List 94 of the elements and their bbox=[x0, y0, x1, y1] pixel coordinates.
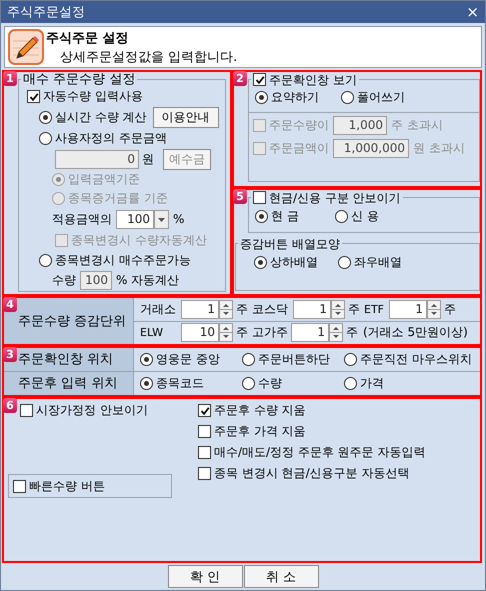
checkbox[interactable] bbox=[13, 480, 26, 492]
unit-label: % bbox=[173, 212, 184, 226]
radio-button[interactable] bbox=[344, 352, 357, 366]
notepad-pencil-icon bbox=[8, 29, 44, 65]
radio-label[interactable]: 가격 bbox=[360, 374, 384, 392]
close-button[interactable]: × bbox=[466, 4, 479, 20]
checkbox-label[interactable]: 주문후 수량 지움 bbox=[214, 402, 306, 419]
checkbox-label[interactable]: 자동수량 입력사용 bbox=[43, 88, 143, 105]
unit-label: 원 bbox=[142, 150, 154, 168]
section-number-badge: 1 bbox=[3, 71, 17, 86]
radio-button[interactable] bbox=[242, 376, 255, 390]
radio-label[interactable]: 좌우배열 bbox=[354, 254, 402, 272]
radio-label[interactable]: 신 용 bbox=[351, 208, 379, 226]
checkbox-label[interactable]: 종목 변경시 현금/신용구분 자동선택 bbox=[214, 465, 410, 482]
radio-button[interactable] bbox=[255, 210, 268, 224]
checkbox-label[interactable]: 현금/신용 구분 안보이기 bbox=[269, 190, 401, 205]
radio-label[interactable]: 사용자정의 주문금액 bbox=[55, 130, 167, 146]
radio-button[interactable] bbox=[140, 376, 153, 390]
checkbox[interactable] bbox=[253, 73, 266, 86]
checkbox-label[interactable]: 빠른수량 버튼 bbox=[29, 478, 105, 494]
radio-label[interactable]: 종목변경시 매수주문가능 bbox=[55, 252, 191, 268]
group-title: 매수 주문수량 설정 bbox=[23, 72, 136, 87]
field-label: ETF bbox=[364, 302, 385, 316]
radio-button[interactable] bbox=[341, 91, 354, 104]
unit-label: 주 bbox=[236, 300, 248, 318]
input-field[interactable]: 1 bbox=[181, 300, 219, 319]
dropdown-field[interactable]: 100 bbox=[116, 210, 154, 228]
field-label: 고가주 bbox=[252, 324, 288, 342]
radio-button[interactable] bbox=[39, 110, 52, 124]
field-label: 거래소 bbox=[140, 300, 177, 318]
checkbox[interactable] bbox=[198, 425, 211, 438]
checkbox-label[interactable]: 주문후 가격 지움 bbox=[214, 423, 306, 440]
checkbox-label[interactable]: 시장가정정 안보이기 bbox=[36, 402, 148, 419]
spin-arrows-icon[interactable] bbox=[331, 300, 345, 319]
section-number-badge: 3 bbox=[3, 347, 17, 362]
radio-button[interactable] bbox=[242, 352, 255, 366]
input-field[interactable]: 1 bbox=[291, 323, 329, 342]
radio-label[interactable]: 주문버튼하단 bbox=[258, 350, 330, 368]
section-number-badge: 4 bbox=[3, 297, 17, 312]
radio-button[interactable] bbox=[335, 210, 348, 224]
unit-label: 주 bbox=[348, 300, 360, 318]
unit-label: 주 bbox=[444, 300, 456, 318]
checkbox[interactable] bbox=[198, 467, 211, 480]
radio-button[interactable] bbox=[254, 256, 267, 270]
window-title: 주식주문설정 bbox=[7, 4, 85, 21]
unit-label: 주 초과시 bbox=[391, 116, 443, 134]
radio-label[interactable]: 상하배열 bbox=[270, 254, 318, 272]
input-field[interactable]: 1 bbox=[293, 300, 331, 319]
radio-button[interactable] bbox=[140, 352, 153, 366]
confirm-button[interactable]: 확 인 bbox=[168, 565, 242, 588]
radio-button[interactable] bbox=[39, 132, 52, 144]
cancel-button[interactable]: 취 소 bbox=[244, 565, 318, 588]
checkbox-label[interactable]: 매수/매도/정정 주문후 원주문 자동입력 bbox=[214, 444, 426, 461]
section-number-badge: 5 bbox=[233, 189, 247, 204]
spin-arrows-icon[interactable] bbox=[219, 300, 233, 319]
input-field[interactable]: 1 bbox=[389, 300, 427, 319]
checkbox[interactable] bbox=[198, 404, 211, 417]
radio-button[interactable] bbox=[39, 254, 52, 266]
radio-label[interactable]: 요약하기 bbox=[271, 89, 319, 106]
radio-label[interactable]: 실시간 수량 계산 bbox=[55, 108, 147, 126]
spin-arrows-icon[interactable] bbox=[329, 323, 343, 342]
checkbox[interactable] bbox=[27, 90, 40, 103]
input-field[interactable]: 10 bbox=[181, 323, 219, 342]
header-cell: 주문후 입력 위치 bbox=[4, 372, 134, 395]
field-label: ELW bbox=[140, 326, 164, 340]
radio-button[interactable] bbox=[338, 256, 351, 270]
dialog-description: 상세주문설정값을 입력합니다. bbox=[60, 48, 238, 66]
unit-label: % 자동계산 bbox=[116, 272, 180, 289]
checkbox-label[interactable]: 주문확인창 보기 bbox=[269, 72, 357, 87]
section-number-badge: 2 bbox=[233, 71, 247, 86]
radio-label[interactable]: 수량 bbox=[258, 374, 282, 392]
checkbox[interactable] bbox=[20, 404, 33, 417]
unit-label: 원 초과시 bbox=[413, 140, 465, 157]
radio-label[interactable]: 풀어쓰기 bbox=[357, 89, 405, 106]
radio-button[interactable] bbox=[344, 376, 357, 390]
radio-label[interactable]: 종목코드 bbox=[156, 374, 204, 392]
spin-arrows-icon[interactable] bbox=[219, 323, 233, 342]
spin-arrows-icon[interactable] bbox=[427, 300, 441, 319]
usage-guide-button[interactable]: 이용안내 bbox=[152, 106, 219, 128]
field-label: 적용금액의 bbox=[52, 210, 112, 228]
radio-label[interactable]: 주문직전 마우스위치 bbox=[360, 350, 472, 368]
section-number-badge: 6 bbox=[3, 398, 17, 413]
unit-label: 주 bbox=[236, 324, 248, 342]
checkbox[interactable] bbox=[253, 191, 266, 204]
checkbox[interactable] bbox=[198, 446, 211, 459]
unit-label: 주 bbox=[346, 324, 358, 342]
radio-label[interactable]: 현 금 bbox=[271, 208, 299, 226]
radio-label[interactable]: 영웅문 중앙 bbox=[156, 350, 220, 368]
field-label: 수량 bbox=[52, 272, 76, 289]
dialog-heading: 주식주문 설정 bbox=[46, 30, 130, 46]
radio-button[interactable] bbox=[255, 91, 268, 104]
group-title: 증감버튼 배열모양 bbox=[240, 236, 340, 251]
note-text: (거래소 5만원이상) bbox=[363, 324, 468, 342]
field-label: 코스닥 bbox=[252, 300, 289, 318]
